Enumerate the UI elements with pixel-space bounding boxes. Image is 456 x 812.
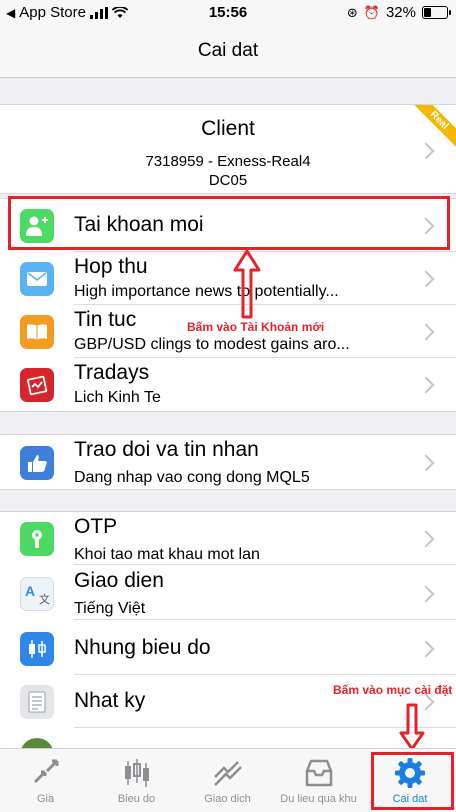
tab-label: Du lieu qua khu [280,793,357,805]
menu-item-subtitle: Dang nhap vao cong dong MQL5 [74,469,310,486]
menu-item-trao-doi[interactable]: Trao doi va tin nhan Dang nhap vao cong … [0,436,456,489]
menu-item-title: Tin tuc [74,308,137,331]
tab-bieu-do[interactable]: Bieu do [91,749,182,812]
menu-item-giao-dien[interactable]: A 文 Giao dien Tiếng Việt [0,567,456,620]
menu-group-2: Trao doi va tin nhan Dang nhap vao cong … [0,434,456,490]
chevron-right-icon [417,585,435,603]
highlight-settings-tab [371,752,454,810]
menu-item-title: Trao doi va tin nhan [74,438,259,461]
book-icon [20,315,54,349]
chevron-right-icon [417,270,435,288]
menu-item-title: Nhung bieu do [74,636,211,659]
candles-icon [20,632,54,666]
translate-icon: A 文 [20,577,54,611]
chevron-right-icon [417,530,435,548]
annotation-settings: Bấm vào mục cài đặt [333,683,453,697]
mail-icon [20,262,54,296]
status-right: ⊛ ⏰ 32% [346,4,451,21]
history-icon [305,759,332,787]
menu-item-nhung-bieu-do[interactable]: Nhung bieu do [0,622,456,675]
battery-fill [424,8,431,17]
chevron-right-icon [417,640,435,658]
alarm-icon: ⏰ [363,4,380,20]
tab-label: Gia [36,793,55,805]
annotation-new-account: Bấm vào Tài Khoản mới [187,320,325,334]
account-card[interactable]: Client 7318959 - Exness-Real4 DC05 Real [0,104,456,194]
menu-item-subtitle: Tiếng Việt [74,600,146,617]
status-bar: ◀ App Store 15:56 ⊛ ⏰ 32% [0,0,456,26]
menu-item-subtitle: Khoi tao mat khau mot lan [74,546,260,563]
chevron-right-icon [417,454,435,472]
menu-item-hop-thu[interactable]: Hop thu High importance news to potentia… [0,252,456,305]
account-login: 7318959 - Exness-Real4 [145,153,311,170]
arrow-down-icon [399,703,425,751]
menu-item-tradays[interactable]: Tradays Lich Kinh Te [0,358,456,411]
chart-icon [124,759,149,787]
page-title: Cai dat [197,40,259,61]
thumbs-up-icon [20,446,54,480]
chevron-right-icon [417,323,435,341]
account-server: DC05 [208,172,248,189]
battery-icon [422,6,451,19]
battery-percent: 32% [385,4,416,21]
tab-label: Bieu do [117,793,156,805]
tab-du-lieu[interactable]: Du lieu qua khu [273,749,364,812]
menu-item-otp[interactable]: OTP Khoi tao mat khau mot lan [0,512,456,565]
account-name: Client [201,117,255,140]
lock-icon [20,522,54,556]
menu-item-title: Tradays [74,361,150,384]
nav-bar: Cai dat [0,26,456,78]
menu-group-3: OTP Khoi tao mat khau mot lan A 文 Giao d… [0,511,456,772]
calendar-icon [20,368,54,402]
tab-gia[interactable]: Gia [0,749,91,812]
real-ribbon: Real [412,105,456,149]
menu-item-title: Nhat ky [74,689,146,712]
separator [74,564,456,565]
menu-item-title: Giao dien [74,569,164,592]
tab-label: Giao dich [204,793,251,805]
rotation-lock-icon: ⊛ [346,4,358,20]
highlight-new-account [8,196,450,250]
arrow-up-icon [233,249,261,319]
chevron-right-icon [417,376,435,394]
menu-item-subtitle: Lich Kinh Te [74,389,161,406]
menu-item-title: OTP [74,515,118,538]
trade-icon [213,761,242,786]
quotes-icon [33,759,58,784]
menu-item-subtitle: GBP/USD clings to modest gains aro... [74,336,350,353]
separator [74,619,456,620]
tab-giao-dich[interactable]: Giao dich [182,749,273,812]
menu-item-title: Hop thu [74,255,148,278]
journal-icon [20,685,54,719]
